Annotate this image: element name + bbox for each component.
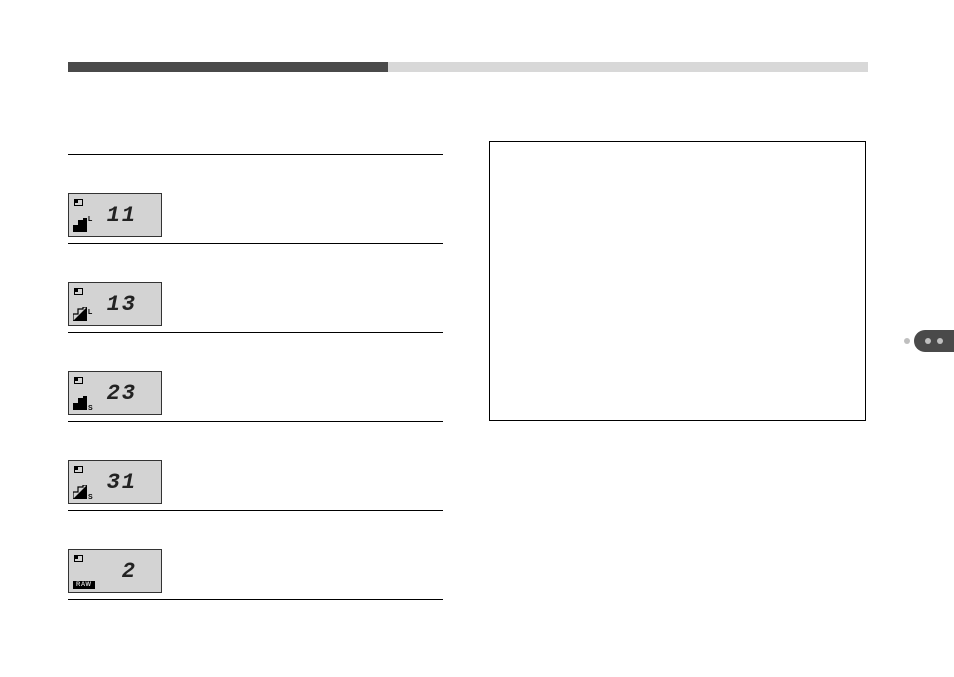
tab-dot bbox=[937, 338, 943, 344]
quality-row: RAW 2 bbox=[68, 549, 443, 600]
card-icon bbox=[74, 555, 83, 562]
shots-remaining: 13 bbox=[97, 292, 161, 317]
lcd-display: RAW 2 bbox=[68, 549, 162, 593]
progress-filled bbox=[68, 62, 388, 72]
quality-fine-icon bbox=[73, 218, 87, 232]
illustration-placeholder bbox=[489, 141, 866, 421]
quality-row: L 13 bbox=[68, 282, 443, 333]
size-label: L bbox=[88, 309, 92, 316]
quality-normal-icon bbox=[73, 485, 87, 499]
lcd-display: S 31 bbox=[68, 460, 162, 504]
divider-top bbox=[68, 154, 443, 155]
shots-remaining: 11 bbox=[97, 203, 161, 228]
size-label: L bbox=[88, 216, 92, 223]
shots-remaining: 2 bbox=[97, 559, 161, 584]
lcd-display: S 23 bbox=[68, 371, 162, 415]
raw-badge: RAW bbox=[73, 581, 95, 589]
quality-normal-icon bbox=[73, 307, 87, 321]
shots-remaining: 31 bbox=[97, 470, 161, 495]
lcd-display: L 11 bbox=[68, 193, 162, 237]
shots-remaining: 23 bbox=[97, 381, 161, 406]
section-tab bbox=[914, 330, 954, 352]
quality-row: L 11 bbox=[68, 193, 443, 244]
card-icon bbox=[74, 466, 83, 473]
card-icon bbox=[74, 288, 83, 295]
size-label: S bbox=[88, 494, 93, 501]
quality-row: S 31 bbox=[68, 460, 443, 511]
progress-bar bbox=[68, 62, 868, 72]
size-label: S bbox=[88, 405, 93, 412]
page-indicator-dot bbox=[904, 338, 910, 344]
tab-dot bbox=[925, 338, 931, 344]
quality-list: L 11 L 13 S 23 bbox=[68, 154, 443, 638]
quality-row: S 23 bbox=[68, 371, 443, 422]
quality-fine-icon bbox=[73, 396, 87, 410]
card-icon bbox=[74, 377, 83, 384]
card-icon bbox=[74, 199, 83, 206]
progress-remaining bbox=[388, 62, 868, 72]
lcd-display: L 13 bbox=[68, 282, 162, 326]
